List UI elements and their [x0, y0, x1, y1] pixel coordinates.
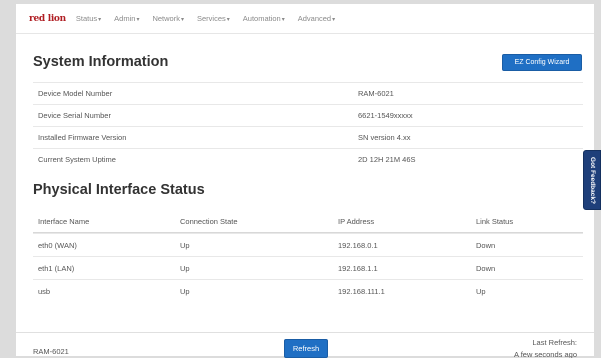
- connection-state: Up: [180, 286, 190, 296]
- feedback-tab[interactable]: Got Feedback?: [583, 150, 601, 210]
- menu-automation-label: Automation: [242, 14, 281, 23]
- table-header-row: Interface Name Connection State IP Addre…: [33, 210, 583, 233]
- link-status: Up: [476, 286, 486, 296]
- menu-advanced-label: Advanced: [297, 14, 332, 23]
- info-value: 6621-1549xxxxx: [358, 111, 413, 120]
- menu-status-label: Status: [75, 14, 98, 23]
- refresh-button[interactable]: Refresh: [284, 339, 328, 358]
- footer-model: RAM-6021: [33, 347, 69, 356]
- connection-state: Up: [180, 240, 190, 250]
- ip-address: 192.168.111.1: [338, 286, 385, 296]
- info-value: SN version 4.xx: [358, 133, 411, 142]
- top-navigation: red lion Status▾ Admin▾ Network▾ Service…: [16, 4, 594, 34]
- table-row: Device Serial Number 6621-1549xxxxx: [33, 104, 583, 126]
- interface-name: eth0 (WAN): [38, 240, 77, 250]
- menu-admin-label: Admin: [114, 14, 136, 23]
- menu-admin[interactable]: Admin▾: [114, 14, 139, 23]
- table-row: eth0 (WAN) Up 192.168.0.1 Down: [33, 233, 583, 256]
- link-status: Down: [476, 240, 496, 250]
- column-header: Connection State: [180, 216, 238, 226]
- info-key: Current System Uptime: [38, 155, 116, 164]
- page-frame: red lion Status▾ Admin▾ Network▾ Service…: [16, 4, 594, 358]
- table-row: Current System Uptime 2D 12H 21M 46S: [33, 148, 583, 170]
- main-menu: Status▾ Admin▾ Network▾ Services▾ Automa…: [76, 14, 348, 23]
- last-refresh: Last Refresh: A few seconds ago: [514, 337, 577, 358]
- menu-automation[interactable]: Automation▾: [243, 14, 285, 23]
- menu-network[interactable]: Network▾: [152, 14, 184, 23]
- table-row: Installed Firmware Version SN version 4.…: [33, 126, 583, 148]
- physical-interface-status-title: Physical Interface Status: [33, 182, 205, 198]
- info-key: Device Serial Number: [38, 111, 111, 120]
- link-status: Down: [476, 263, 496, 273]
- info-value: 2D 12H 21M 46S: [358, 155, 416, 164]
- chevron-down-icon: ▾: [136, 17, 140, 23]
- ez-config-wizard-button[interactable]: EZ Config Wizard: [502, 54, 582, 71]
- interface-name: usb: [38, 286, 51, 296]
- last-refresh-value: A few seconds ago: [514, 350, 577, 358]
- last-refresh-label: Last Refresh:: [532, 338, 577, 347]
- chevron-down-icon: ▾: [281, 17, 285, 23]
- menu-advanced[interactable]: Advanced▾: [298, 14, 335, 23]
- feedback-label: Got Feedback?: [588, 156, 596, 204]
- chevron-down-icon: ▾: [180, 17, 184, 23]
- info-key: Device Model Number: [38, 89, 113, 98]
- chevron-down-icon: ▾: [226, 17, 230, 23]
- interface-table: Interface Name Connection State IP Addre…: [33, 210, 583, 302]
- ip-address: 192.168.0.1: [338, 240, 378, 250]
- column-header: Interface Name: [38, 216, 90, 226]
- footer-bar: RAM-6021 Refresh Last Refresh: A few sec…: [16, 332, 594, 358]
- info-value: RAM-6021: [358, 89, 394, 98]
- table-row: usb Up 192.168.111.1 Up: [33, 279, 583, 302]
- column-header: IP Address: [338, 216, 375, 226]
- ip-address: 192.168.1.1: [338, 263, 378, 273]
- connection-state: Up: [180, 263, 190, 273]
- chevron-down-icon: ▾: [98, 17, 102, 23]
- menu-services-label: Services: [196, 14, 226, 23]
- table-row: Device Model Number RAM-6021: [33, 82, 583, 104]
- menu-network-label: Network: [152, 14, 180, 23]
- chevron-down-icon: ▾: [332, 17, 336, 23]
- info-key: Installed Firmware Version: [38, 133, 127, 142]
- menu-services[interactable]: Services▾: [197, 14, 230, 23]
- interface-name: eth1 (LAN): [38, 263, 75, 273]
- system-information-title: System Information: [33, 54, 169, 70]
- table-row: eth1 (LAN) Up 192.168.1.1 Down: [33, 256, 583, 279]
- column-header: Link Status: [476, 216, 514, 226]
- system-info-table: Device Model Number RAM-6021 Device Seri…: [33, 82, 583, 170]
- redlion-logo[interactable]: red lion: [29, 14, 66, 24]
- menu-status[interactable]: Status▾: [76, 14, 101, 23]
